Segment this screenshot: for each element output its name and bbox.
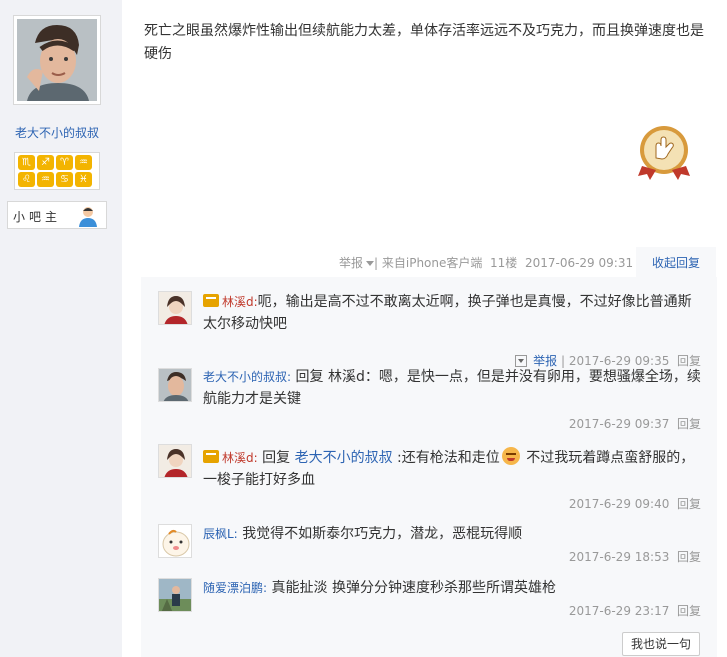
reply-time: 2017-6-29 09:40 bbox=[568, 497, 670, 511]
source-prefix: | 来自 bbox=[374, 256, 406, 270]
vip-icon bbox=[203, 450, 219, 463]
reply-body: 林溪d: 回复 老大不小的叔叔 :还有枪法和走位 不过我玩着蹲点蛮舒服的，一梭子… bbox=[203, 447, 703, 491]
reply-button[interactable]: 回复 bbox=[677, 497, 701, 511]
reply-to-prefix: 回复 bbox=[262, 450, 291, 466]
owner-badge[interactable]: 小吧主 bbox=[7, 201, 107, 229]
reply-to-user[interactable]: 林溪d bbox=[328, 369, 365, 385]
author-avatar-image bbox=[17, 19, 97, 101]
reply-avatar[interactable] bbox=[158, 578, 192, 612]
reply-footer: 2017-6-29 18:53 回复 bbox=[569, 548, 701, 565]
reply-footer: 2017-6-29 09:40 回复 bbox=[569, 495, 701, 512]
reply-text: 我觉得不如斯泰尔巧克力，潜龙，恶棍玩得顺 bbox=[242, 526, 523, 542]
zodiac-aries-icon[interactable]: ♈ bbox=[56, 155, 73, 170]
reply-username[interactable]: 辰枫L: bbox=[203, 527, 238, 541]
zodiac-aquarius-icon[interactable]: ♒ bbox=[75, 155, 92, 170]
source-client[interactable]: iPhone客户端 bbox=[406, 256, 483, 270]
reply-time: 2017-6-29 23:17 bbox=[568, 604, 670, 618]
avatar-image bbox=[159, 525, 191, 557]
reply-body: 随爱漂泊鹏: 真能扯淡 换弹分分钟速度秒杀那些所谓英雄枪 bbox=[203, 577, 703, 599]
reply-username[interactable]: 林溪d: bbox=[222, 295, 258, 309]
medal-icon bbox=[638, 126, 690, 180]
reply-body: 辰枫L: 我觉得不如斯泰尔巧克力，潜龙，恶棍玩得顺 bbox=[203, 523, 703, 545]
zodiac-leo-icon[interactable]: ♌ bbox=[18, 172, 35, 187]
reply-body: 老大不小的叔叔: 回复 林溪d：嗯，是快一点，但是并没有卵用，要想骚爆全场，续航… bbox=[203, 366, 703, 410]
post-content: 死亡之眼虽然爆炸性输出但续航能力太差，单体存活率远远不及巧克力，而且换弹速度也是… bbox=[144, 23, 704, 62]
reply-avatar[interactable] bbox=[158, 524, 192, 558]
reply-time: 2017-6-29 18:53 bbox=[568, 550, 670, 564]
reply-text: 真能扯淡 换弹分分钟速度秒杀那些所谓英雄枪 bbox=[271, 580, 556, 596]
reply-avatar[interactable] bbox=[158, 368, 192, 402]
zodiac-sagittarius-icon[interactable]: ♐ bbox=[37, 155, 54, 170]
avatar-image bbox=[159, 445, 191, 477]
reply-button[interactable]: 回复 bbox=[677, 604, 701, 618]
reply-text: :还有枪法和走位 bbox=[397, 450, 500, 466]
add-reply-button[interactable]: 我也说一句 bbox=[622, 632, 700, 656]
post-datetime: 2017-06-29 09:31 bbox=[524, 256, 634, 270]
zodiac-badges[interactable]: ♏ ♐ ♈ ♒ ♌ ♒ ♋ ♓ bbox=[14, 152, 100, 190]
reply-text: 呃，输出是高不过不敢离太近啊，换子弹也是真慢，不过好像比普通斯太尔移动快吧 bbox=[203, 294, 692, 332]
reply-button[interactable]: 回复 bbox=[677, 550, 701, 564]
vip-icon bbox=[203, 294, 219, 307]
zodiac-cancer-icon[interactable]: ♋ bbox=[56, 172, 73, 187]
reply-footer: 2017-6-29 23:17 回复 bbox=[569, 602, 701, 619]
floor-number: 11楼 bbox=[490, 256, 518, 270]
report-link[interactable]: 举报 bbox=[339, 256, 363, 270]
reply-body: 林溪d:呃，输出是高不过不敢离太近啊，换子弹也是真慢，不过好像比普通斯太尔移动快… bbox=[203, 291, 703, 335]
author-avatar[interactable] bbox=[13, 15, 101, 105]
avatar-image bbox=[159, 369, 191, 401]
owner-label: 小吧主 bbox=[13, 210, 62, 224]
author-name[interactable]: 老大不小的叔叔 bbox=[0, 124, 114, 141]
author-sidebar: 老大不小的叔叔 ♏ ♐ ♈ ♒ ♌ ♒ ♋ ♓ 小吧主 bbox=[0, 0, 122, 657]
moderator-icon bbox=[79, 207, 97, 227]
reply-time: 2017-6-29 09:37 bbox=[568, 417, 670, 431]
post-meta: 举报 | 来自iPhone客户端 11楼 2017-06-29 09:31 bbox=[339, 254, 633, 271]
report-dropdown-icon[interactable] bbox=[366, 260, 375, 266]
reply-to-prefix: 回复 bbox=[295, 369, 324, 385]
angry-emoji-icon bbox=[501, 447, 520, 465]
avatar-image bbox=[159, 292, 191, 324]
zodiac-aquarius-icon-2[interactable]: ♒ bbox=[37, 172, 54, 187]
post-container: 老大不小的叔叔 ♏ ♐ ♈ ♒ ♌ ♒ ♋ ♓ 小吧主 死亡之眼虽然爆炸性输出但… bbox=[0, 0, 727, 657]
reply-to-user[interactable]: 老大不小的叔叔 bbox=[295, 450, 393, 466]
reply-panel: 林溪d:呃，输出是高不过不敢离太近啊，换子弹也是真慢，不过好像比普通斯太尔移动快… bbox=[141, 277, 717, 657]
zodiac-scorpio-icon[interactable]: ♏ bbox=[18, 155, 35, 170]
reply-username[interactable]: 随爱漂泊鹏: bbox=[203, 581, 267, 595]
reply-footer: 2017-6-29 09:37 回复 bbox=[569, 415, 701, 432]
reply-button[interactable]: 回复 bbox=[677, 417, 701, 431]
fold-reply-button[interactable]: 收起回复 bbox=[636, 247, 716, 277]
avatar-image bbox=[159, 579, 191, 611]
zodiac-pisces-icon[interactable]: ♓ bbox=[75, 172, 92, 187]
reply-username[interactable]: 老大不小的叔叔: bbox=[203, 370, 291, 384]
reply-avatar[interactable] bbox=[158, 444, 192, 478]
reply-username[interactable]: 林溪d: bbox=[222, 451, 258, 465]
reply-avatar[interactable] bbox=[158, 291, 192, 325]
